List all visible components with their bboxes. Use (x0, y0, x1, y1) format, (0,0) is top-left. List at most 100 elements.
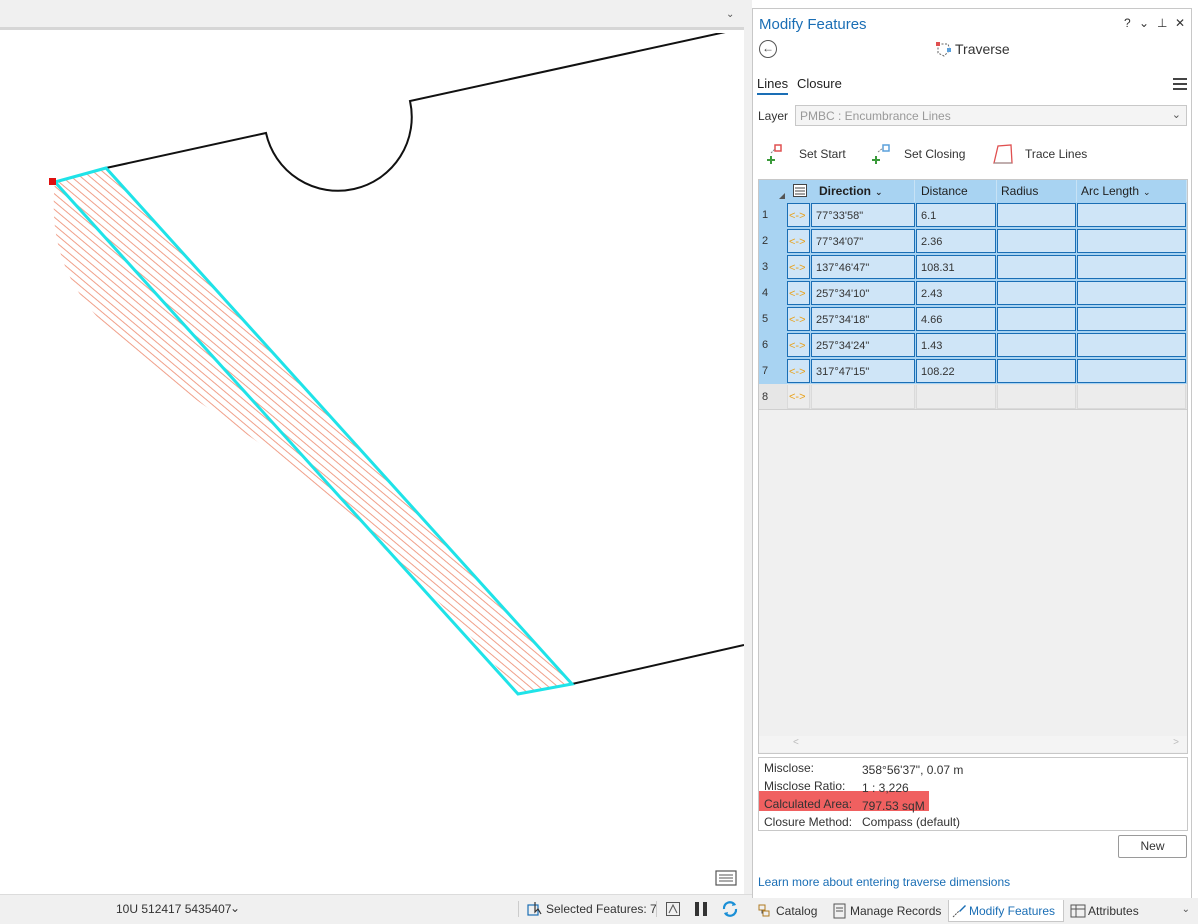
learn-more-link[interactable]: Learn more about entering traverse dimen… (758, 875, 1010, 889)
layer-dropdown[interactable]: PMBC : Encumbrance Lines ⌄ (795, 105, 1187, 126)
cell-direction[interactable]: 257°34'24" (811, 333, 915, 357)
new-row[interactable]: 8 <-> (759, 384, 1187, 410)
scroll-right-icon[interactable]: > (1173, 737, 1179, 748)
row-number[interactable]: 1 (759, 202, 787, 228)
table-icon[interactable] (665, 901, 681, 917)
cell-distance[interactable]: 108.31 (916, 255, 996, 279)
reverse-direction-icon[interactable]: <-> (787, 307, 810, 331)
reverse-direction-icon[interactable]: <-> (787, 385, 810, 409)
overview-map-icon[interactable] (714, 868, 738, 888)
table-row[interactable]: 5 <-> 257°34'18" 4.66 (759, 306, 1187, 332)
row-number[interactable]: 2 (759, 228, 787, 254)
table-row[interactable]: 1 <-> 77°33'58" 6.1 (759, 202, 1187, 228)
tab-attributes[interactable]: Attributes (1068, 900, 1158, 922)
tab-catalog[interactable]: Catalog (756, 900, 828, 922)
row-number[interactable]: 3 (759, 254, 787, 280)
cell-direction[interactable]: 77°34'07" (811, 229, 915, 253)
cell-arc-length[interactable] (1077, 281, 1186, 305)
cell-arc-length[interactable] (1077, 255, 1186, 279)
table-row[interactable]: 4 <-> 257°34'10" 2.43 (759, 280, 1187, 306)
horizontal-scrollbar[interactable]: < > (759, 736, 1187, 752)
cell-direction[interactable]: 137°46'47" (811, 255, 915, 279)
trace-lines-button[interactable]: Trace Lines (991, 142, 1091, 166)
menu-icon[interactable] (1173, 77, 1187, 91)
table-row[interactable]: 7 <-> 317°47'15" 108.22 (759, 358, 1187, 384)
cell-radius[interactable] (997, 255, 1076, 279)
table-row[interactable]: 2 <-> 77°34'07" 2.36 (759, 228, 1187, 254)
reverse-direction-icon[interactable]: <-> (787, 333, 810, 357)
set-closing-label: Set Closing (904, 147, 966, 161)
cell-direction[interactable]: 77°33'58" (811, 203, 915, 227)
cell-arc-length[interactable] (1077, 307, 1186, 331)
grid-settings-icon[interactable] (793, 184, 807, 197)
reverse-direction-icon[interactable]: <-> (787, 229, 810, 253)
refresh-icon[interactable] (720, 899, 740, 919)
selected-features-icon[interactable] (526, 900, 544, 918)
select-all-corner[interactable] (759, 180, 787, 202)
cell-distance[interactable]: 108.22 (916, 359, 996, 383)
tab-lines[interactable]: Lines (757, 76, 789, 95)
set-start-button[interactable]: Set Start (765, 142, 865, 166)
new-cell-radius[interactable] (997, 385, 1076, 409)
new-cell-distance[interactable] (916, 385, 996, 409)
close-icon[interactable]: ✕ (1175, 16, 1185, 30)
map-chevron-down-icon[interactable]: ⌄ (726, 9, 734, 20)
cell-distance[interactable]: 6.1 (916, 203, 996, 227)
chevron-down-icon[interactable]: ⌄ (230, 901, 240, 915)
column-header-direction-label: Direction (819, 184, 872, 198)
set-closing-button[interactable]: Set Closing (870, 142, 980, 166)
cell-radius[interactable] (997, 203, 1076, 227)
pane-splitter[interactable] (744, 0, 752, 924)
tab-closure[interactable]: Closure (797, 76, 842, 91)
column-header-radius[interactable]: Radius (997, 180, 1077, 202)
cell-radius[interactable] (997, 359, 1076, 383)
column-header-direction[interactable]: Direction ⌄ (815, 180, 915, 202)
new-cell-arc-length[interactable] (1077, 385, 1186, 409)
table-row[interactable]: 3 <-> 137°46'47" 108.31 (759, 254, 1187, 280)
row-number[interactable]: 6 (759, 332, 787, 358)
chevron-down-icon[interactable]: ⌄ (1182, 904, 1190, 915)
back-button[interactable]: ← (759, 40, 777, 58)
options-chevron-icon[interactable]: ⌄ (1139, 16, 1149, 30)
tool-title: Traverse (955, 41, 1010, 57)
table-row[interactable]: 6 <-> 257°34'24" 1.43 (759, 332, 1187, 358)
cell-distance[interactable]: 2.43 (916, 281, 996, 305)
row-number[interactable]: 7 (759, 358, 787, 384)
reverse-direction-icon[interactable]: <-> (787, 359, 810, 383)
cell-direction[interactable]: 317°47'15" (811, 359, 915, 383)
row-number[interactable]: 4 (759, 280, 787, 306)
pause-icon[interactable] (694, 901, 708, 917)
cell-radius[interactable] (997, 281, 1076, 305)
cell-distance[interactable]: 2.36 (916, 229, 996, 253)
cell-radius[interactable] (997, 307, 1076, 331)
cell-radius[interactable] (997, 333, 1076, 357)
cell-direction[interactable]: 257°34'18" (811, 307, 915, 331)
new-button[interactable]: New (1118, 835, 1187, 858)
reverse-direction-icon[interactable]: <-> (787, 203, 810, 227)
misclose-label: Misclose: (764, 761, 815, 775)
layer-dropdown-value: PMBC : Encumbrance Lines (800, 109, 951, 123)
pin-icon[interactable]: ⊥ (1157, 16, 1167, 30)
tab-manage-records[interactable]: Manage Records (830, 900, 944, 922)
calculated-area-label: Calculated Area: (764, 797, 853, 811)
cell-distance[interactable]: 1.43 (916, 333, 996, 357)
new-cell-direction[interactable] (811, 385, 915, 409)
cell-arc-length[interactable] (1077, 333, 1186, 357)
help-icon[interactable]: ? (1124, 16, 1131, 30)
cell-radius[interactable] (997, 229, 1076, 253)
status-bar: 10U 512417 5435407 ⌄ Selected Features: … (0, 894, 752, 924)
cell-arc-length[interactable] (1077, 203, 1186, 227)
misclose-ratio-label: Misclose Ratio: (764, 779, 846, 793)
cell-arc-length[interactable] (1077, 359, 1186, 383)
column-header-arc-length[interactable]: Arc Length ⌄ (1077, 180, 1187, 202)
reverse-direction-icon[interactable]: <-> (787, 255, 810, 279)
row-number[interactable]: 5 (759, 306, 787, 332)
cell-distance[interactable]: 4.66 (916, 307, 996, 331)
scroll-left-icon[interactable]: < (793, 737, 799, 748)
tab-modify-features[interactable]: Modify Features (948, 900, 1064, 922)
cell-direction[interactable]: 257°34'10" (811, 281, 915, 305)
map-canvas[interactable] (0, 33, 744, 894)
reverse-direction-icon[interactable]: <-> (787, 281, 810, 305)
cell-arc-length[interactable] (1077, 229, 1186, 253)
column-header-distance[interactable]: Distance (917, 180, 997, 202)
